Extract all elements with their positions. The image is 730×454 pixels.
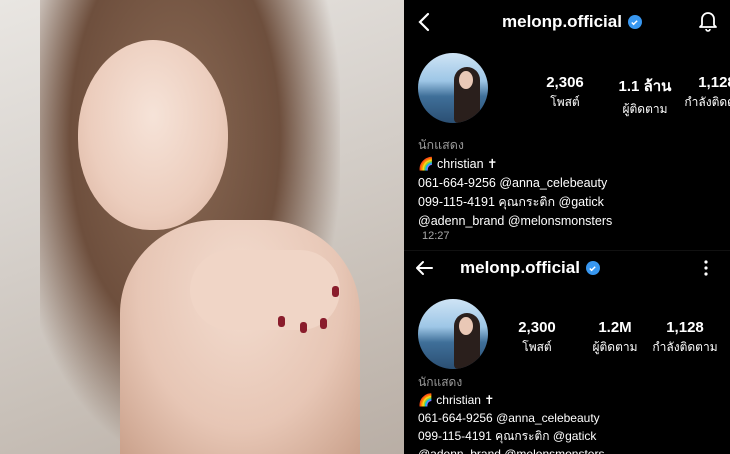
stat-posts-label: โพสต์ xyxy=(522,340,552,354)
top-nav-bar: melonp.official xyxy=(404,0,730,42)
stat-posts[interactable]: 2,306 โพสต์ xyxy=(530,74,600,112)
category-label: นักแสดง xyxy=(418,138,465,152)
more-options-icon[interactable] xyxy=(694,256,718,280)
stat-followers[interactable]: 1.2M ผู้ติดตาม xyxy=(580,319,650,357)
bio-line: 🌈 christian ✝ xyxy=(418,393,495,407)
bio-line: 🌈 christian ✝ xyxy=(418,157,498,171)
stat-posts-value: 2,300 xyxy=(518,319,556,336)
stat-following[interactable]: 1,128 กำลังติดตาม xyxy=(682,74,730,112)
verified-badge-icon xyxy=(627,15,642,29)
verified-badge-icon xyxy=(585,261,600,275)
profile-bio: นักแสดง 🌈 christian ✝ 061-664-9256 @anna… xyxy=(418,373,604,454)
username-text: melonp.official xyxy=(502,12,622,31)
nail xyxy=(300,322,307,333)
profile-username: melonp.official xyxy=(460,258,600,278)
back-chevron-icon[interactable] xyxy=(412,10,436,34)
stat-following-label: กำลังติดตาม xyxy=(652,340,718,354)
portrait-photo xyxy=(0,0,404,454)
profile-avatar[interactable] xyxy=(418,299,488,369)
nail xyxy=(320,318,327,329)
stat-followers[interactable]: 1.1 ล้าน ผู้ติดตาม xyxy=(610,74,680,119)
stat-following[interactable]: 1,128 กำลังติดตาม xyxy=(650,319,720,357)
stat-following-value: 1,128 xyxy=(698,74,730,91)
stat-posts-value: 2,306 xyxy=(546,74,584,91)
profile-avatar[interactable] xyxy=(418,53,488,123)
avatar-face xyxy=(459,317,473,335)
stat-followers-value: 1.1 ล้าน xyxy=(618,78,672,95)
back-arrow-icon[interactable] xyxy=(412,256,436,280)
hand-shape xyxy=(190,250,340,330)
profile-screenshot-top: melonp.official 2,306 โพสต์ 1.1 ล้าน ผู้… xyxy=(404,0,730,250)
stat-following-value: 1,128 xyxy=(666,319,704,336)
avatar-face xyxy=(459,71,473,89)
profile-screenshot-bottom: melonp.official 2,300 โพสต์ 1.2M ผู้ติดต… xyxy=(404,250,730,454)
profile-username: melonp.official xyxy=(502,12,642,32)
bio-line: 099-115-4191 คุณกระติก @gatick xyxy=(418,429,597,443)
stat-followers-value: 1.2M xyxy=(598,319,632,336)
stat-following-label: กำลังติดตาม xyxy=(684,95,730,109)
face-shape xyxy=(78,40,228,230)
category-label: นักแสดง xyxy=(418,375,463,389)
bio-line: @adenn_brand @melonsmonsters xyxy=(418,214,613,228)
bio-line: @adenn_brand @melonsmonsters xyxy=(418,447,605,454)
nail xyxy=(332,286,339,297)
bio-line: 061-664-9256 @anna_celebeauty xyxy=(418,411,600,425)
nail xyxy=(278,316,285,327)
bell-icon[interactable] xyxy=(696,9,720,33)
status-time: 12:27 xyxy=(422,230,450,242)
bio-line: 061-664-9256 @anna_celebeauty xyxy=(418,176,608,190)
stat-posts[interactable]: 2,300 โพสต์ xyxy=(502,319,572,357)
stat-posts-label: โพสต์ xyxy=(550,95,580,109)
bio-line: 099-115-4191 คุณกระติก @gatick xyxy=(418,195,604,209)
profile-bio: นักแสดง 🌈 christian ✝ 061-664-9256 @anna… xyxy=(418,136,612,231)
username-text: melonp.official xyxy=(460,258,580,277)
top-nav-bar: melonp.official xyxy=(404,251,730,293)
stat-followers-label: ผู้ติดตาม xyxy=(592,340,638,354)
stat-followers-label: ผู้ติดตาม xyxy=(622,102,668,116)
